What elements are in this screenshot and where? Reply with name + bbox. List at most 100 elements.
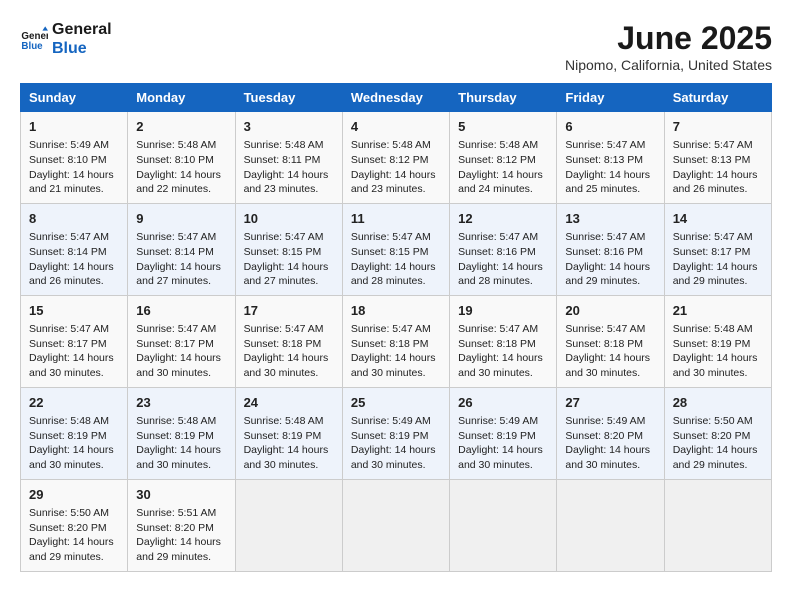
calendar-cell: 1Sunrise: 5:49 AMSunset: 8:10 PMDaylight… — [21, 112, 128, 204]
sunset-time: Sunset: 8:14 PM — [29, 246, 107, 258]
calendar-cell: 8Sunrise: 5:47 AMSunset: 8:14 PMDaylight… — [21, 203, 128, 295]
sunset-time: Sunset: 8:15 PM — [351, 246, 429, 258]
daylight-hours: Daylight: 14 hours and 23 minutes. — [351, 169, 436, 196]
day-number: 12 — [458, 210, 548, 228]
sunrise-time: Sunrise: 5:47 AM — [29, 323, 109, 335]
weekday-header-friday: Friday — [557, 84, 664, 112]
day-number: 7 — [673, 118, 763, 136]
calendar-cell: 7Sunrise: 5:47 AMSunset: 8:13 PMDaylight… — [664, 112, 771, 204]
daylight-hours: Daylight: 14 hours and 25 minutes. — [565, 169, 650, 196]
calendar-table: SundayMondayTuesdayWednesdayThursdayFrid… — [20, 83, 772, 572]
calendar-week-row: 8 Sunrise: 5:47 AM Sunset: 8:14 PM Daylight… — [21, 203, 772, 295]
day-number: 30 — [136, 486, 226, 504]
daylight-hours: Daylight: 14 hours and 26 minutes. — [29, 261, 114, 288]
day-number: 8 — [29, 210, 119, 228]
day-number: 21 — [673, 302, 763, 320]
logo-icon: General Blue — [20, 25, 48, 53]
daylight-hours: Daylight: 14 hours and 30 minutes. — [458, 444, 543, 471]
calendar-cell — [664, 479, 771, 571]
day-number: 13 — [565, 210, 655, 228]
day-number: 25 — [351, 394, 441, 412]
sunset-time: Sunset: 8:19 PM — [351, 430, 429, 442]
logo-blue: Blue — [52, 39, 112, 58]
day-number: 3 — [244, 118, 334, 136]
sunrise-time: Sunrise: 5:49 AM — [351, 415, 431, 427]
calendar-cell: 9Sunrise: 5:47 AMSunset: 8:14 PMDaylight… — [128, 203, 235, 295]
daylight-hours: Daylight: 14 hours and 30 minutes. — [565, 444, 650, 471]
sunset-time: Sunset: 8:20 PM — [136, 522, 214, 534]
sunset-time: Sunset: 8:14 PM — [136, 246, 214, 258]
sunrise-time: Sunrise: 5:49 AM — [458, 415, 538, 427]
logo: General Blue General Blue — [20, 20, 112, 58]
calendar-cell: 15 Sunrise: 5:47 AM Sunset: 8:17 PM Dayligh… — [21, 295, 128, 387]
calendar-cell: 16Sunrise: 5:47 AMSunset: 8:17 PMDayligh… — [128, 295, 235, 387]
calendar-cell: 22Sunrise: 5:48 AMSunset: 8:19 PMDayligh… — [21, 387, 128, 479]
daylight-hours: Daylight: 14 hours and 23 minutes. — [244, 169, 329, 196]
sunrise-time: Sunrise: 5:47 AM — [136, 323, 216, 335]
daylight-hours: Daylight: 14 hours and 29 minutes. — [29, 536, 114, 563]
day-number: 29 — [29, 486, 119, 504]
calendar-cell: 27Sunrise: 5:49 AMSunset: 8:20 PMDayligh… — [557, 387, 664, 479]
daylight-hours: Daylight: 14 hours and 30 minutes. — [351, 352, 436, 379]
sunset-time: Sunset: 8:19 PM — [458, 430, 536, 442]
sunrise-time: Sunrise: 5:51 AM — [136, 507, 216, 519]
sunrise-time: Sunrise: 5:50 AM — [673, 415, 753, 427]
sunrise-time: Sunrise: 5:48 AM — [136, 415, 216, 427]
calendar-header-row: SundayMondayTuesdayWednesdayThursdayFrid… — [21, 84, 772, 112]
sunrise-time: Sunrise: 5:48 AM — [458, 139, 538, 151]
day-number: 26 — [458, 394, 548, 412]
day-number: 1 — [29, 118, 119, 136]
day-number: 18 — [351, 302, 441, 320]
sunrise-time: Sunrise: 5:47 AM — [351, 231, 431, 243]
calendar-cell: 4Sunrise: 5:48 AMSunset: 8:12 PMDaylight… — [342, 112, 449, 204]
sunrise-time: Sunrise: 5:47 AM — [565, 323, 645, 335]
day-number: 15 — [29, 302, 119, 320]
daylight-hours: Daylight: 14 hours and 28 minutes. — [351, 261, 436, 288]
calendar-cell: 28 Sunrise: 5:50 AM Sunset: 8:20 PM Dayligh… — [664, 387, 771, 479]
daylight-hours: Daylight: 14 hours and 27 minutes. — [136, 261, 221, 288]
day-number: 17 — [244, 302, 334, 320]
sunset-time: Sunset: 8:17 PM — [29, 338, 107, 350]
sunset-time: Sunset: 8:19 PM — [136, 430, 214, 442]
day-number: 28 — [673, 394, 763, 412]
daylight-hours: Daylight: 14 hours and 30 minutes. — [351, 444, 436, 471]
day-number: 23 — [136, 394, 226, 412]
sunset-time: Sunset: 8:17 PM — [673, 246, 751, 258]
sunrise-time: Sunrise: 5:50 AM — [29, 507, 109, 519]
daylight-hours: Daylight: 14 hours and 30 minutes. — [136, 444, 221, 471]
calendar-cell — [557, 479, 664, 571]
sunset-time: Sunset: 8:10 PM — [136, 154, 214, 166]
sunset-time: Sunset: 8:20 PM — [673, 430, 751, 442]
sunrise-time: Sunrise: 5:48 AM — [29, 415, 109, 427]
day-number: 20 — [565, 302, 655, 320]
day-number: 19 — [458, 302, 548, 320]
day-number: 16 — [136, 302, 226, 320]
calendar-cell: 17Sunrise: 5:47 AMSunset: 8:18 PMDayligh… — [235, 295, 342, 387]
calendar-cell: 29Sunrise: 5:50 AMSunset: 8:20 PMDayligh… — [21, 479, 128, 571]
sunrise-time: Sunrise: 5:47 AM — [673, 139, 753, 151]
daylight-hours: Daylight: 14 hours and 30 minutes. — [244, 444, 329, 471]
title-block: June 2025 Nipomo, California, United Sta… — [565, 20, 772, 73]
sunset-time: Sunset: 8:13 PM — [673, 154, 751, 166]
day-number: 6 — [565, 118, 655, 136]
sunset-time: Sunset: 8:12 PM — [458, 154, 536, 166]
calendar-cell — [342, 479, 449, 571]
sunrise-time: Sunrise: 5:47 AM — [673, 231, 753, 243]
calendar-cell: 24Sunrise: 5:48 AMSunset: 8:19 PMDayligh… — [235, 387, 342, 479]
weekday-header-saturday: Saturday — [664, 84, 771, 112]
sunset-time: Sunset: 8:18 PM — [565, 338, 643, 350]
sunset-time: Sunset: 8:12 PM — [351, 154, 429, 166]
daylight-hours: Daylight: 14 hours and 30 minutes. — [565, 352, 650, 379]
subtitle: Nipomo, California, United States — [565, 57, 772, 73]
sunrise-time: Sunrise: 5:47 AM — [244, 231, 324, 243]
daylight-hours: Daylight: 14 hours and 29 minutes. — [673, 444, 758, 471]
calendar-cell: 6Sunrise: 5:47 AMSunset: 8:13 PMDaylight… — [557, 112, 664, 204]
main-title: June 2025 — [565, 20, 772, 57]
sunset-time: Sunset: 8:16 PM — [458, 246, 536, 258]
daylight-hours: Daylight: 14 hours and 29 minutes. — [673, 261, 758, 288]
calendar-cell: 2Sunrise: 5:48 AMSunset: 8:10 PMDaylight… — [128, 112, 235, 204]
sunset-time: Sunset: 8:19 PM — [29, 430, 107, 442]
daylight-hours: Daylight: 14 hours and 30 minutes. — [29, 352, 114, 379]
calendar-cell: 18Sunrise: 5:47 AMSunset: 8:18 PMDayligh… — [342, 295, 449, 387]
calendar-cell: 10Sunrise: 5:47 AMSunset: 8:15 PMDayligh… — [235, 203, 342, 295]
